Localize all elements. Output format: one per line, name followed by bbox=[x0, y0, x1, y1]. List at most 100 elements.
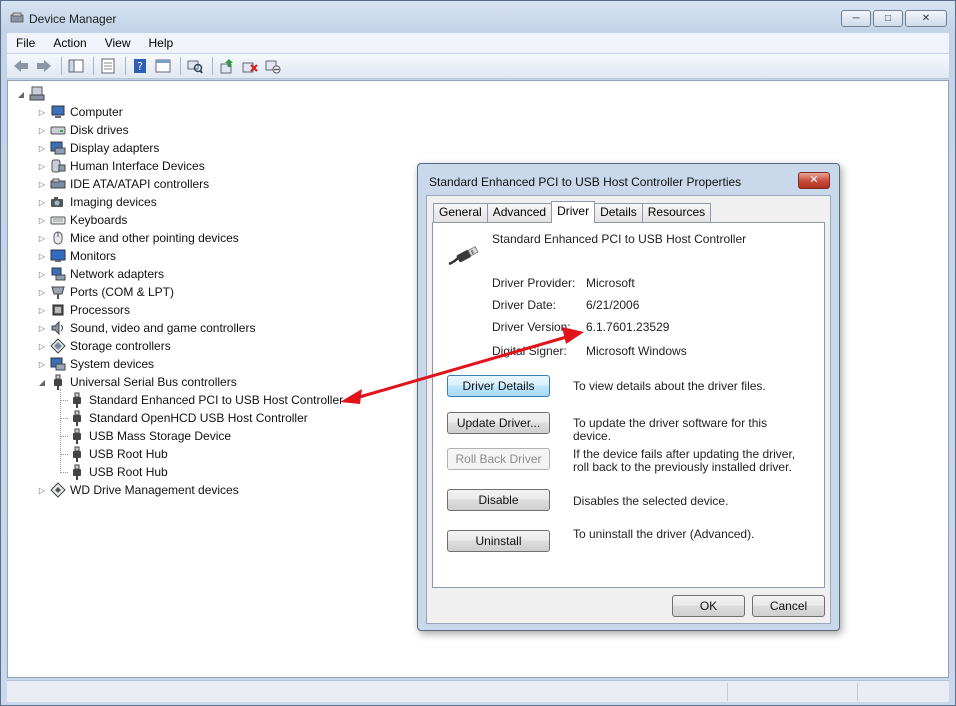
monitor-icon bbox=[50, 248, 66, 264]
update-driver-desc: To update the driver software for this d… bbox=[573, 416, 768, 443]
tree-item-monitors[interactable]: ▷ Monitors bbox=[37, 247, 116, 265]
tree-item-wd-drive-management-devices[interactable]: ▷ WD Drive Management devices bbox=[37, 481, 239, 499]
status-cell bbox=[727, 683, 857, 701]
minimize-button[interactable]: ─ bbox=[841, 10, 871, 27]
usb-device-icon bbox=[69, 464, 85, 480]
expand-arrow-icon[interactable]: ▷ bbox=[37, 360, 47, 369]
cancel-button[interactable]: Cancel bbox=[752, 595, 825, 617]
menu-view[interactable]: View bbox=[96, 36, 140, 50]
tree-item-usb-child[interactable]: USB Mass Storage Device bbox=[56, 427, 231, 445]
tree-item-keyboards[interactable]: ▷ Keyboards bbox=[37, 211, 127, 229]
expand-arrow-icon[interactable]: ▷ bbox=[37, 198, 47, 207]
usb-device-icon bbox=[69, 410, 85, 426]
menu-action[interactable]: Action bbox=[44, 36, 95, 50]
expand-arrow-icon[interactable]: ▷ bbox=[37, 342, 47, 351]
disable-button[interactable]: Disable bbox=[447, 489, 550, 511]
expand-arrow-icon[interactable]: ▷ bbox=[37, 108, 47, 117]
expand-arrow-icon[interactable]: ▷ bbox=[37, 234, 47, 243]
tab-strip: General Advanced Driver Details Resource… bbox=[433, 201, 712, 223]
ok-button[interactable]: OK bbox=[672, 595, 745, 617]
expand-arrow-icon[interactable]: ▷ bbox=[37, 162, 47, 171]
digital-signer-label: Digital Signer: bbox=[492, 344, 567, 358]
usb-device-icon bbox=[69, 428, 85, 444]
tree-item-processors[interactable]: ▷ Processors bbox=[37, 301, 130, 319]
tab-advanced[interactable]: Advanced bbox=[486, 203, 553, 222]
expand-arrow-icon[interactable]: ▷ bbox=[37, 324, 47, 333]
properties-icon[interactable] bbox=[98, 57, 118, 75]
update-driver-button[interactable]: Update Driver... bbox=[447, 412, 550, 434]
tree-item-label: Network adapters bbox=[70, 267, 165, 281]
scan-hardware-icon[interactable] bbox=[185, 57, 205, 75]
tree-root[interactable]: ◢ bbox=[16, 85, 49, 103]
tree-item-label: USB Root Hub bbox=[89, 447, 168, 461]
tree-item-system-devices[interactable]: ▷ System devices bbox=[37, 355, 154, 373]
usb-icon bbox=[50, 374, 66, 390]
tree-item-display-adapters[interactable]: ▷ Display adapters bbox=[37, 139, 159, 157]
dialog-title: Standard Enhanced PCI to USB Host Contro… bbox=[429, 175, 742, 189]
expand-arrow-icon[interactable]: ▷ bbox=[37, 216, 47, 225]
tree-item-usb-child[interactable]: USB Root Hub bbox=[56, 445, 168, 463]
tree-item-computer[interactable]: ▷ Computer bbox=[37, 103, 123, 121]
tab-driver[interactable]: Driver bbox=[551, 201, 596, 223]
help-icon[interactable]: ? bbox=[130, 57, 150, 75]
driver-version-label: Driver Version: bbox=[492, 320, 571, 334]
tree-item-usb-child[interactable]: Standard Enhanced PCI to USB Host Contro… bbox=[56, 391, 343, 409]
tree-item-label: Imaging devices bbox=[70, 195, 157, 209]
tree-item-ports-com-lpt[interactable]: ▷ Ports (COM & LPT) bbox=[37, 283, 174, 301]
title-bar[interactable]: Device Manager ─ □ ✕ bbox=[1, 1, 955, 33]
usb-device-icon bbox=[69, 392, 85, 408]
disable-icon[interactable] bbox=[263, 57, 283, 75]
tree-item-usb-child[interactable]: USB Root Hub bbox=[56, 463, 168, 481]
maximize-button[interactable]: □ bbox=[873, 10, 903, 27]
expand-arrow-icon[interactable]: ▷ bbox=[37, 270, 47, 279]
menu-file[interactable]: File bbox=[7, 36, 44, 50]
tree-item-universal-serial-bus-controllers[interactable]: ◢ Universal Serial Bus controllers bbox=[37, 373, 237, 391]
collapse-arrow-icon[interactable]: ◢ bbox=[16, 90, 26, 99]
tree-connector bbox=[60, 400, 68, 401]
close-button[interactable]: ✕ bbox=[905, 10, 947, 27]
uninstall-desc: To uninstall the driver (Advanced). bbox=[573, 527, 755, 541]
uninstall-icon[interactable] bbox=[240, 57, 260, 75]
dialog-close-button[interactable]: ✕ bbox=[798, 172, 830, 189]
digital-signer-value: Microsoft Windows bbox=[586, 344, 687, 358]
expand-arrow-icon[interactable]: ▷ bbox=[37, 288, 47, 297]
system-device-icon bbox=[50, 356, 66, 372]
expand-arrow-icon[interactable]: ▷ bbox=[37, 252, 47, 261]
tree-item-mice-and-other-pointing-devices[interactable]: ▷ Mice and other pointing devices bbox=[37, 229, 239, 247]
expand-arrow-icon[interactable]: ▷ bbox=[37, 306, 47, 315]
svg-text:?: ? bbox=[137, 60, 143, 73]
tree-item-imaging-devices[interactable]: ▷ Imaging devices bbox=[37, 193, 157, 211]
back-icon[interactable] bbox=[11, 57, 31, 75]
menu-help[interactable]: Help bbox=[140, 36, 183, 50]
status-cell bbox=[857, 683, 947, 701]
expand-arrow-icon[interactable]: ▷ bbox=[37, 126, 47, 135]
driver-details-button[interactable]: Driver Details bbox=[447, 375, 550, 397]
camera-icon bbox=[50, 194, 66, 210]
usb-plug-icon bbox=[448, 246, 479, 266]
tree-item-sound-video-and-game-controllers[interactable]: ▷ Sound, video and game controllers bbox=[37, 319, 255, 337]
expand-arrow-icon[interactable]: ▷ bbox=[37, 486, 47, 495]
port-icon bbox=[50, 284, 66, 300]
tab-resources[interactable]: Resources bbox=[641, 203, 712, 222]
tree-connector bbox=[60, 472, 68, 473]
show-hide-tree-icon[interactable] bbox=[66, 57, 86, 75]
tree-item-human-interface-devices[interactable]: ▷ Human Interface Devices bbox=[37, 157, 205, 175]
tab-details[interactable]: Details bbox=[594, 203, 643, 222]
expand-arrow-icon[interactable]: ▷ bbox=[37, 144, 47, 153]
tree-item-storage-controllers[interactable]: ▷ Storage controllers bbox=[37, 337, 171, 355]
collapse-arrow-icon[interactable]: ◢ bbox=[37, 378, 47, 387]
view-icon[interactable] bbox=[153, 57, 173, 75]
forward-icon[interactable] bbox=[34, 57, 54, 75]
root-computer-icon bbox=[29, 86, 45, 102]
uninstall-button[interactable]: Uninstall bbox=[447, 530, 550, 552]
tree-item-network-adapters[interactable]: ▷ Network adapters bbox=[37, 265, 164, 283]
tree-item-ide-ata-atapi-controllers[interactable]: ▷ IDE ATA/ATAPI controllers bbox=[37, 175, 209, 193]
expand-arrow-icon[interactable]: ▷ bbox=[37, 180, 47, 189]
tree-item-disk-drives[interactable]: ▷ Disk drives bbox=[37, 121, 129, 139]
update-driver-icon[interactable] bbox=[217, 57, 237, 75]
tab-general[interactable]: General bbox=[433, 203, 488, 222]
tree-item-label: USB Root Hub bbox=[89, 465, 168, 479]
tree-item-label: Disk drives bbox=[70, 123, 129, 137]
roll-back-driver-button[interactable]: Roll Back Driver bbox=[447, 448, 550, 470]
tree-item-usb-child[interactable]: Standard OpenHCD USB Host Controller bbox=[56, 409, 308, 427]
